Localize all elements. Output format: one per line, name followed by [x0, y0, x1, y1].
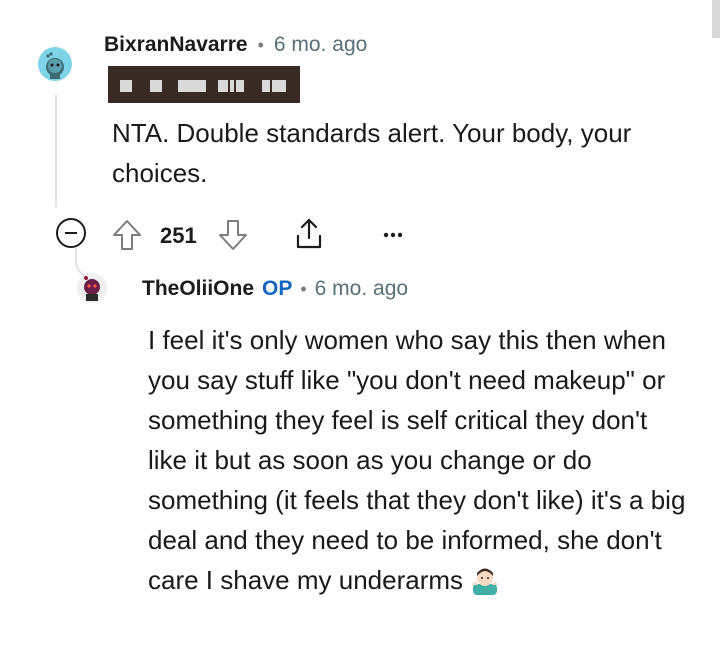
meta-separator: • — [257, 34, 264, 55]
scrollbar[interactable] — [712, 0, 720, 38]
comment-author[interactable]: BixranNavarre — [104, 33, 248, 57]
share-button[interactable] — [292, 216, 326, 257]
man-shrugging-emoji-icon — [471, 568, 500, 595]
comment-time: 6 mo. ago — [273, 33, 368, 56]
author-avatar[interactable] — [38, 47, 72, 81]
op-badge: OP — [262, 277, 293, 300]
comment-body: NTA. Double standards alert. Your body, … — [112, 118, 632, 188]
reply-author-avatar[interactable] — [77, 273, 107, 303]
snoo-avatar-icon — [77, 273, 107, 303]
more-icon — [383, 232, 403, 238]
upvote-icon — [113, 220, 141, 250]
snoo-avatar-icon — [46, 52, 64, 79]
reply-time: 6 mo. ago — [314, 277, 409, 300]
thread-line[interactable] — [55, 95, 57, 207]
reply-body: I feel it's only women who say this then… — [148, 320, 688, 600]
collapse-icon — [65, 232, 77, 234]
reply-meta: TheOliiOne OP • 6 mo. ago — [142, 277, 408, 301]
vote-count: 251 — [160, 223, 197, 248]
downvote-button[interactable] — [217, 218, 249, 257]
downvote-icon — [219, 220, 247, 250]
comment-meta: BixranNavarre • 6 mo. ago — [104, 33, 367, 57]
reply-body-text: I feel it's only women who say this then… — [148, 325, 686, 595]
meta-separator: • — [300, 278, 307, 299]
share-icon — [296, 218, 322, 249]
collapse-button[interactable] — [56, 218, 86, 248]
upvote-button[interactable] — [111, 218, 143, 257]
redaction-block — [108, 66, 300, 103]
more-options-button[interactable] — [381, 225, 405, 250]
reply-author[interactable]: TheOliiOne — [142, 277, 254, 301]
